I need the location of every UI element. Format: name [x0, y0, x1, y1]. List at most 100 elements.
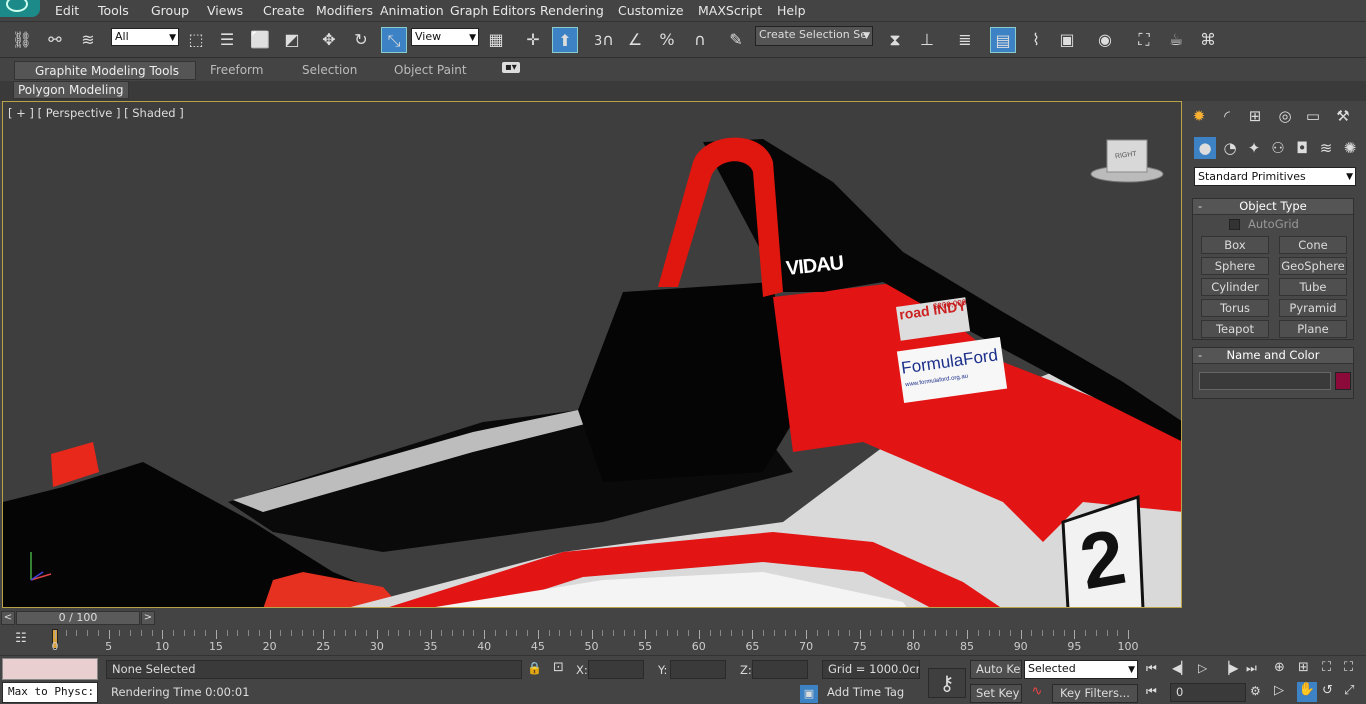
select-by-name-icon[interactable]: ☰: [214, 27, 240, 53]
pyramid-button[interactable]: Pyramid: [1279, 299, 1347, 317]
name-and-color-header[interactable]: - Name and Color: [1193, 348, 1353, 364]
named-selection-dropdown[interactable]: Create Selection Se ▼: [755, 26, 873, 46]
box-button[interactable]: Box: [1201, 236, 1269, 254]
menu-graph-editors[interactable]: Graph Editors: [450, 3, 536, 18]
tab-graphite-modeling-tools[interactable]: Graphite Modeling Tools: [14, 61, 196, 80]
orbit-icon[interactable]: ↺: [1322, 683, 1333, 698]
spinner-snap-icon[interactable]: ∩: [687, 27, 713, 53]
reference-coordinate-dropdown[interactable]: View ▼: [411, 28, 479, 46]
key-mode-toggle-icon[interactable]: ⏮: [1146, 684, 1157, 699]
material-editor-icon[interactable]: ◉: [1092, 27, 1118, 53]
next-frame-icon[interactable]: ▕▶: [1220, 661, 1238, 675]
menu-group[interactable]: Group: [151, 3, 189, 18]
rectangular-selection-icon[interactable]: ⬜: [247, 27, 273, 53]
lock-icon[interactable]: 🔒: [527, 661, 542, 675]
current-frame-input[interactable]: 0: [1170, 683, 1246, 702]
menu-help[interactable]: Help: [777, 3, 806, 18]
set-key-button[interactable]: Set Key: [970, 684, 1022, 703]
edit-named-selection-icon[interactable]: ✎: [723, 27, 749, 53]
key-mode-dropdown[interactable]: Selected ▼: [1024, 660, 1138, 679]
absolute-mode-icon[interactable]: ⊡: [553, 660, 564, 675]
align-icon[interactable]: ⊥: [914, 27, 940, 53]
menu-rendering[interactable]: Rendering: [540, 3, 604, 18]
maxscript-listener-result[interactable]: [2, 658, 98, 680]
maximize-viewport-icon[interactable]: ⤢: [1344, 683, 1354, 698]
helpers-icon[interactable]: ◘: [1291, 137, 1313, 159]
tab-object-paint[interactable]: Object Paint: [394, 63, 467, 77]
snaps-toggle-icon[interactable]: 3∩: [591, 27, 617, 53]
menu-maxscript[interactable]: MAXScript: [698, 3, 762, 18]
primitive-category-dropdown[interactable]: Standard Primitives ▼: [1194, 167, 1356, 186]
key-filters-button[interactable]: Key Filters...: [1052, 684, 1138, 703]
keyboard-shortcut-override-icon[interactable]: ⬆: [552, 27, 578, 53]
zoom-extents-all-icon[interactable]: ⛶: [1344, 660, 1353, 675]
selection-filter-dropdown[interactable]: All ▼: [111, 28, 179, 46]
tab-selection[interactable]: Selection: [302, 63, 357, 77]
object-name-input[interactable]: [1199, 372, 1331, 390]
menu-customize[interactable]: Customize: [618, 3, 684, 18]
viewport-label[interactable]: [ + ] [ Perspective ] [ Shaded ]: [8, 106, 184, 120]
render-setup-icon[interactable]: ⛶: [1131, 27, 1157, 53]
menu-modifiers[interactable]: Modifiers: [316, 3, 373, 18]
object-color-swatch[interactable]: [1335, 372, 1351, 390]
tab-freeform[interactable]: Freeform: [210, 63, 263, 77]
menu-tools[interactable]: Tools: [98, 3, 129, 18]
sphere-button[interactable]: Sphere: [1201, 257, 1269, 275]
time-slider[interactable]: 0 / 100: [16, 611, 140, 625]
layer-manager-icon[interactable]: ≣: [952, 27, 978, 53]
shapes-icon[interactable]: ◔: [1219, 137, 1241, 159]
select-and-rotate-icon[interactable]: ↻: [348, 27, 374, 53]
key-tangent-icon[interactable]: ∿: [1026, 684, 1048, 702]
object-type-header[interactable]: - Object Type: [1193, 199, 1353, 215]
go-to-start-icon[interactable]: ⏮: [1146, 661, 1157, 676]
select-and-link-icon[interactable]: ⛓: [9, 27, 35, 53]
select-and-scale-icon[interactable]: ⤡: [381, 27, 407, 53]
tube-button[interactable]: Tube: [1279, 278, 1347, 296]
menu-animation[interactable]: Animation: [380, 3, 444, 18]
cone-button[interactable]: Cone: [1279, 236, 1347, 254]
torus-button[interactable]: Torus: [1201, 299, 1269, 317]
autogrid-checkbox[interactable]: [1229, 219, 1240, 230]
time-configuration-icon[interactable]: ⚙: [1250, 684, 1261, 698]
pivot-center-icon[interactable]: ▦: [483, 27, 509, 53]
previous-frame-icon[interactable]: ◀▏: [1172, 661, 1190, 675]
geosphere-button[interactable]: GeoSphere: [1279, 257, 1347, 275]
toggle-ribbon-icon[interactable]: ▤: [990, 27, 1016, 53]
plane-button[interactable]: Plane: [1279, 320, 1347, 338]
ribbon-options-icon[interactable]: ▪▾: [502, 62, 520, 73]
y-coordinate-input[interactable]: [670, 660, 726, 679]
cameras-icon[interactable]: ⚇: [1267, 137, 1289, 159]
go-to-end-icon[interactable]: ⏭: [1246, 661, 1257, 676]
zoom-icon[interactable]: ⊕: [1274, 660, 1285, 675]
hierarchy-tab-icon[interactable]: ⊞: [1244, 105, 1266, 127]
cylinder-button[interactable]: Cylinder: [1201, 278, 1269, 296]
angle-snap-icon[interactable]: ∠: [622, 27, 648, 53]
perspective-viewport[interactable]: [ + ] [ Perspective ] [ Shaded ] VIDAU r…: [2, 101, 1182, 608]
mini-curve-editor-icon[interactable]: ☷: [10, 631, 32, 649]
mirror-icon[interactable]: ⧗: [882, 27, 908, 53]
create-tab-icon[interactable]: ✹: [1188, 105, 1210, 127]
pan-view-icon[interactable]: ✋: [1297, 682, 1317, 702]
select-and-manipulate-icon[interactable]: ✛: [520, 27, 546, 53]
maxscript-mini-listener[interactable]: Max to Physc:: [2, 682, 98, 703]
bind-space-warp-icon[interactable]: ≋: [75, 27, 101, 53]
polygon-modeling-panel[interactable]: Polygon Modeling: [13, 81, 129, 99]
window-crossing-icon[interactable]: ◩: [279, 27, 305, 53]
modify-tab-icon[interactable]: ◜: [1216, 105, 1238, 127]
teapot-button[interactable]: Teapot: [1201, 320, 1269, 338]
app-logo-icon[interactable]: [0, 0, 40, 17]
menu-edit[interactable]: Edit: [55, 3, 79, 18]
display-tab-icon[interactable]: ▭: [1302, 105, 1324, 127]
percent-snap-icon[interactable]: %: [654, 27, 680, 53]
geometry-icon[interactable]: ●: [1194, 137, 1216, 159]
play-icon[interactable]: ▷: [1198, 661, 1207, 675]
motion-tab-icon[interactable]: ◎: [1274, 105, 1296, 127]
add-time-tag[interactable]: Add Time Tag: [822, 684, 920, 703]
schematic-view-icon[interactable]: ▣: [1054, 27, 1080, 53]
z-coordinate-input[interactable]: [752, 660, 808, 679]
time-slider-prev-icon[interactable]: <: [1, 611, 15, 625]
field-of-view-icon[interactable]: ▷: [1274, 683, 1284, 698]
select-object-icon[interactable]: ⬚: [183, 27, 209, 53]
auto-key-button[interactable]: Auto Key: [970, 660, 1022, 679]
zoom-all-icon[interactable]: ⊞: [1298, 660, 1309, 675]
